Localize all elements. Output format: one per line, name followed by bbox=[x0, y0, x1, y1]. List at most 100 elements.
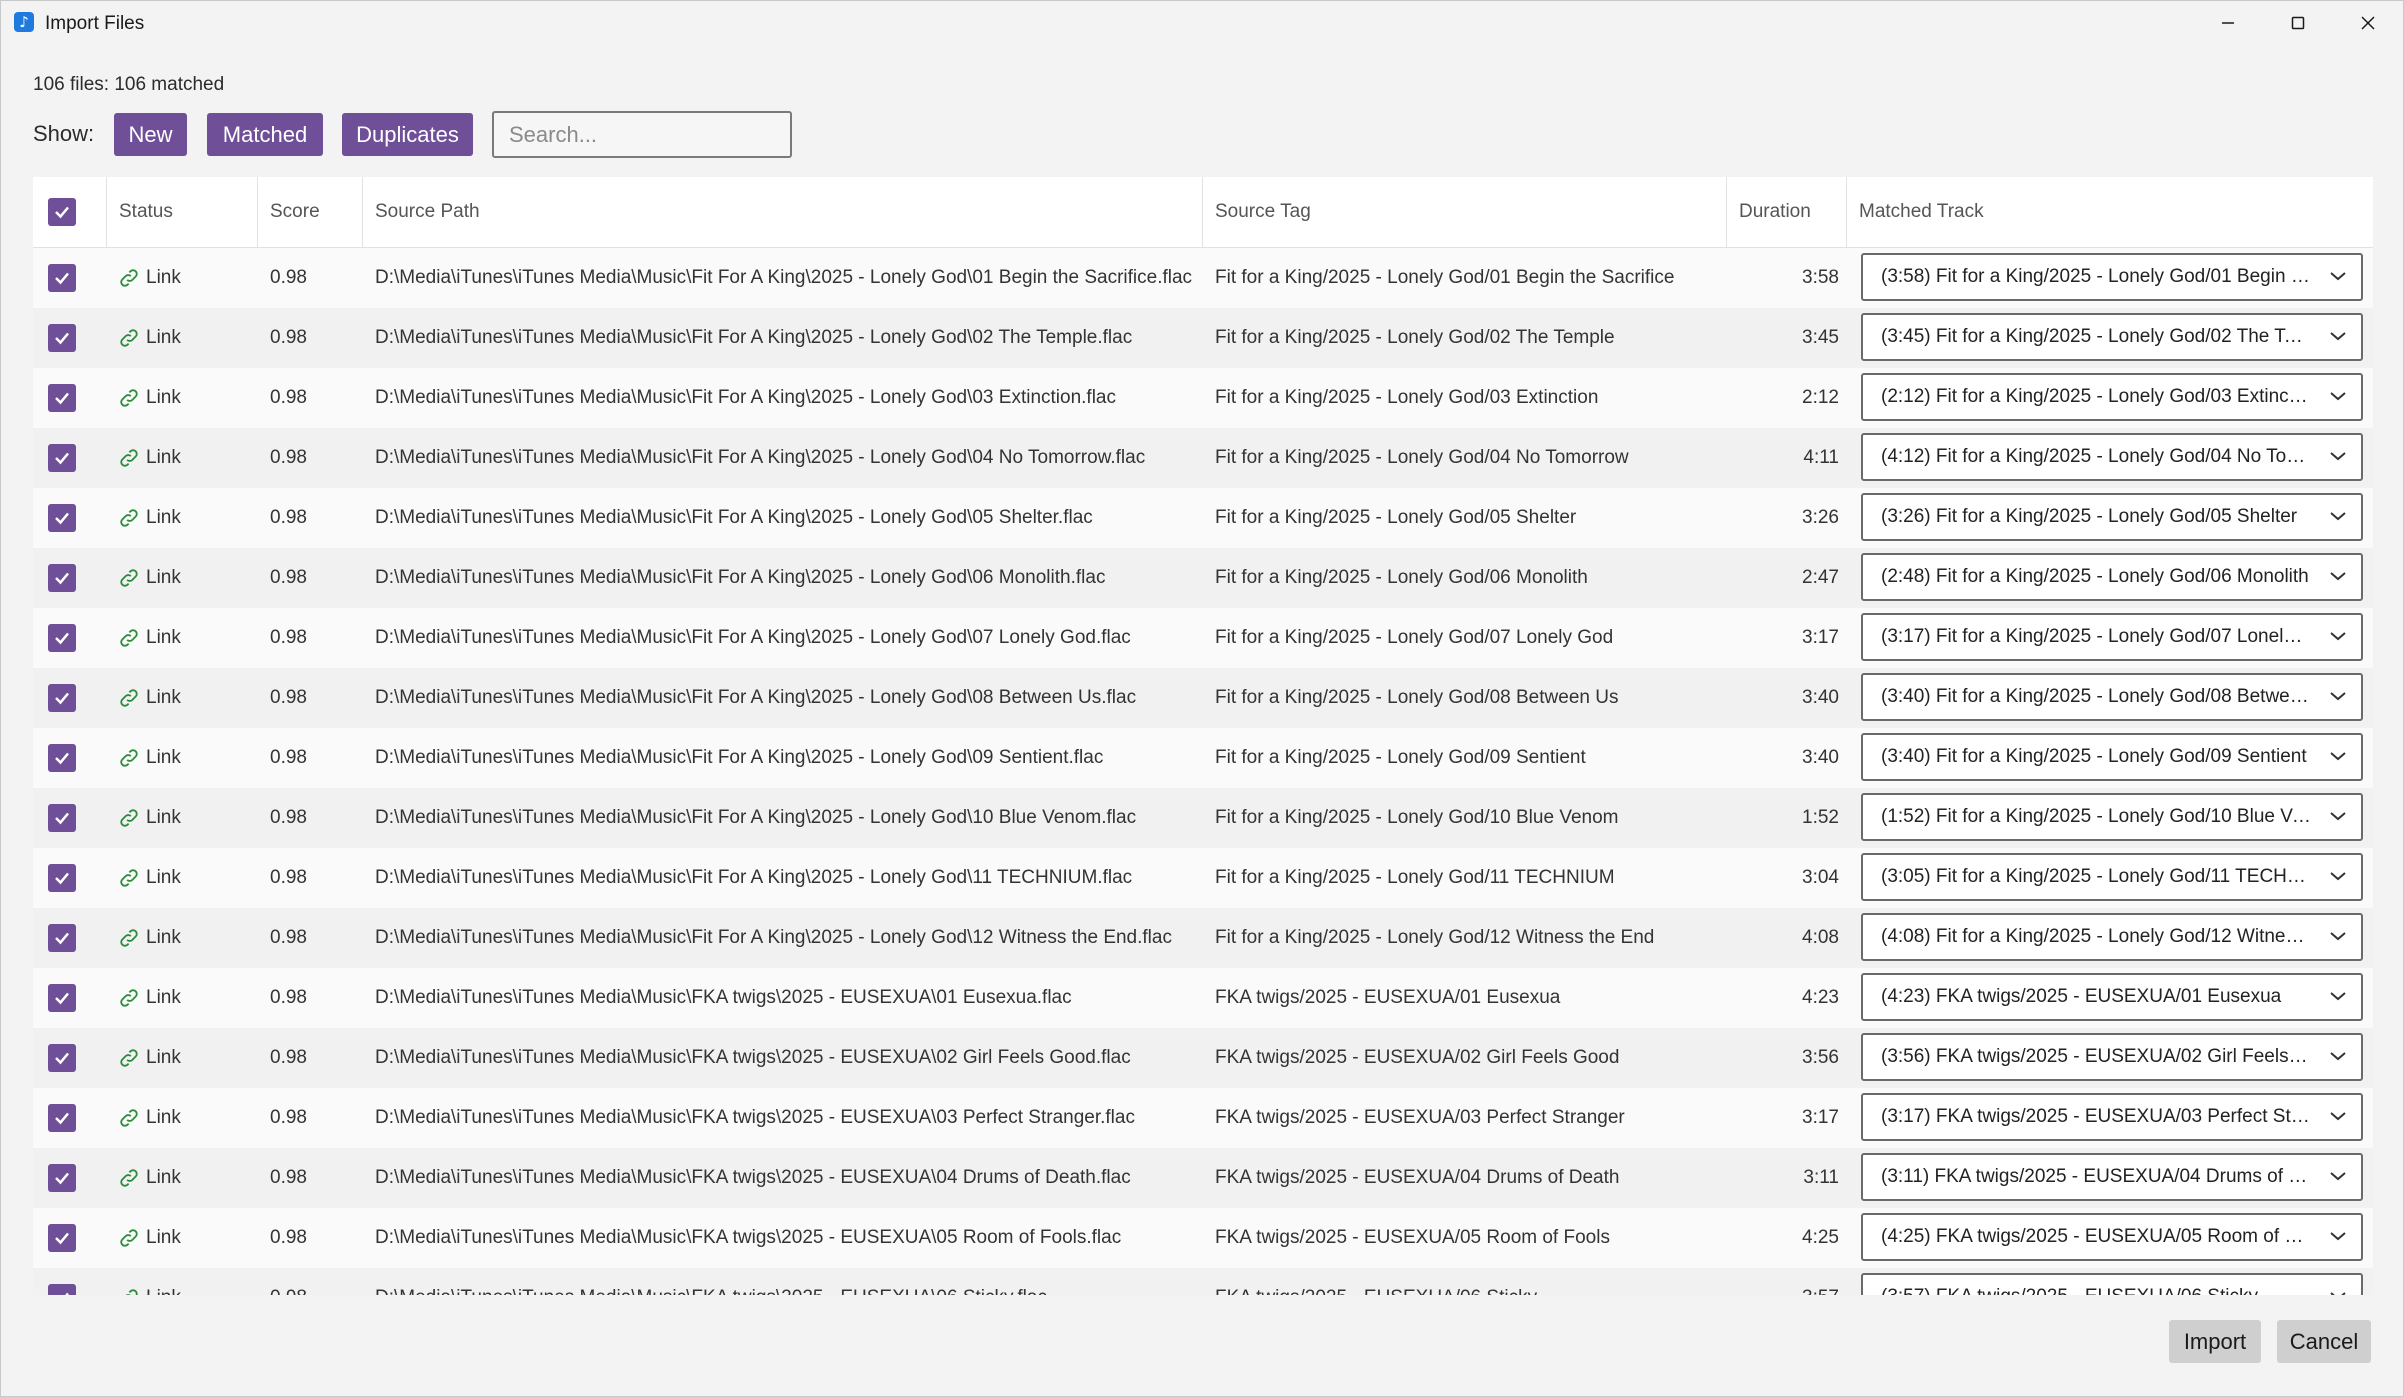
matched-track-value: (3:17) FKA twigs/2025 - EUSEXUA/03 Perfe… bbox=[1881, 1106, 2311, 1127]
matched-track-dropdown[interactable]: (3:58) Fit for a King/2025 - Lonely God/… bbox=[1861, 253, 2363, 301]
matched-track-value: (3:40) Fit for a King/2025 - Lonely God/… bbox=[1881, 686, 2311, 707]
source-path-cell: D:\Media\iTunes\iTunes Media\Music\Fit F… bbox=[375, 507, 1093, 528]
checkmark-icon bbox=[55, 452, 69, 465]
row-checkbox[interactable] bbox=[48, 864, 76, 892]
matched-track-dropdown[interactable]: (3:40) Fit for a King/2025 - Lonely God/… bbox=[1861, 733, 2363, 781]
row-checkbox[interactable] bbox=[48, 984, 76, 1012]
chevron-down-icon bbox=[2329, 1109, 2347, 1123]
checkmark-icon bbox=[55, 812, 69, 825]
table-row[interactable]: Link 0.98 D:\Media\iTunes\iTunes Media\Mus… bbox=[33, 368, 2373, 428]
status-cell: Link bbox=[118, 1208, 258, 1268]
matched-track-dropdown[interactable]: (4:08) Fit for a King/2025 - Lonely God/… bbox=[1861, 913, 2363, 961]
table-row[interactable]: Link 0.98 D:\Media\iTunes\iTunes Media\Mus… bbox=[33, 908, 2373, 968]
header-source-path[interactable]: Source Path bbox=[363, 177, 1203, 247]
chevron-down-icon bbox=[2329, 629, 2347, 643]
select-all-checkbox[interactable] bbox=[48, 198, 76, 226]
row-checkbox[interactable] bbox=[48, 624, 76, 652]
status-cell: Link bbox=[118, 488, 258, 548]
header-source-tag[interactable]: Source Tag bbox=[1203, 177, 1727, 247]
matched-track-dropdown[interactable]: (3:26) Fit for a King/2025 - Lonely God/… bbox=[1861, 493, 2363, 541]
duration-cell: 3:45 bbox=[1802, 327, 1839, 348]
table-row[interactable]: Link 0.98 D:\Media\iTunes\iTunes Media\Mus… bbox=[33, 608, 2373, 668]
table-row[interactable]: Link 0.98 D:\Media\iTunes\iTunes Media\Mus… bbox=[33, 308, 2373, 368]
table-row[interactable]: Link 0.98 D:\Media\iTunes\iTunes Media\Mus… bbox=[33, 728, 2373, 788]
matched-track-value: (4:08) Fit for a King/2025 - Lonely God/… bbox=[1881, 926, 2311, 947]
minimize-button[interactable] bbox=[2193, 1, 2263, 45]
matched-track-dropdown[interactable]: (4:23) FKA twigs/2025 - EUSEXUA/01 Eusex… bbox=[1861, 973, 2363, 1021]
matched-track-dropdown[interactable]: (3:11) FKA twigs/2025 - EUSEXUA/04 Drums… bbox=[1861, 1153, 2363, 1201]
table-row[interactable]: Link 0.98 D:\Media\iTunes\iTunes Media\Mus… bbox=[33, 788, 2373, 848]
matched-track-dropdown[interactable]: (4:12) Fit for a King/2025 - Lonely God/… bbox=[1861, 433, 2363, 481]
table-row[interactable]: Link 0.98 D:\Media\iTunes\iTunes Media\Mus… bbox=[33, 1148, 2373, 1208]
row-checkbox[interactable] bbox=[48, 1224, 76, 1252]
chevron-down-icon bbox=[2329, 269, 2347, 283]
row-checkbox[interactable] bbox=[48, 1104, 76, 1132]
status-cell: Link bbox=[118, 248, 258, 308]
row-checkbox[interactable] bbox=[48, 384, 76, 412]
source-tag-cell: Fit for a King/2025 - Lonely God/12 Witn… bbox=[1215, 927, 1655, 948]
matched-track-dropdown[interactable]: (3:56) FKA twigs/2025 - EUSEXUA/02 Girl … bbox=[1861, 1033, 2363, 1081]
duration-cell: 3:17 bbox=[1802, 1107, 1839, 1128]
matched-track-dropdown[interactable]: (3:17) FKA twigs/2025 - EUSEXUA/03 Perfe… bbox=[1861, 1093, 2363, 1141]
table-row[interactable]: Link 0.98 D:\Media\iTunes\iTunes Media\Mus… bbox=[33, 668, 2373, 728]
matched-track-dropdown[interactable]: (3:57) FKA twigs/2025 - EUSEXUA/06 Stick… bbox=[1861, 1273, 2363, 1295]
filter-new-button[interactable]: New bbox=[114, 113, 187, 156]
header-status[interactable]: Status bbox=[107, 177, 258, 247]
score-cell: 0.98 bbox=[270, 927, 307, 948]
filter-matched-button[interactable]: Matched bbox=[207, 113, 323, 156]
matched-track-dropdown[interactable]: (3:40) Fit for a King/2025 - Lonely God/… bbox=[1861, 673, 2363, 721]
table-row[interactable]: Link 0.98 D:\Media\iTunes\iTunes Media\Mus… bbox=[33, 1208, 2373, 1268]
table-row[interactable]: Link 0.98 D:\Media\iTunes\iTunes Media\Mus… bbox=[33, 248, 2373, 308]
table-row[interactable]: Link 0.98 D:\Media\iTunes\iTunes Media\Mus… bbox=[33, 848, 2373, 908]
close-button[interactable] bbox=[2333, 1, 2403, 45]
row-checkbox[interactable] bbox=[48, 504, 76, 532]
table-row[interactable]: Link 0.98 D:\Media\iTunes\iTunes Media\Mus… bbox=[33, 1028, 2373, 1088]
table-row[interactable]: Link 0.98 D:\Media\iTunes\iTunes Media\Mus… bbox=[33, 488, 2373, 548]
row-checkbox[interactable] bbox=[48, 744, 76, 772]
matched-track-dropdown[interactable]: (2:12) Fit for a King/2025 - Lonely God/… bbox=[1861, 373, 2363, 421]
import-button[interactable]: Import bbox=[2169, 1320, 2261, 1363]
checkmark-icon bbox=[65, 1292, 69, 1295]
table-row[interactable]: Link 0.98 D:\Media\iTunes\iTunes Media\Mus… bbox=[33, 548, 2373, 608]
checkmark-icon bbox=[55, 632, 69, 645]
link-icon bbox=[118, 1047, 140, 1069]
score-cell: 0.98 bbox=[270, 807, 307, 828]
matched-track-dropdown[interactable]: (3:45) Fit for a King/2025 - Lonely God/… bbox=[1861, 313, 2363, 361]
source-tag-cell: Fit for a King/2025 - Lonely God/10 Blue… bbox=[1215, 807, 1619, 828]
filter-duplicates-button[interactable]: Duplicates bbox=[342, 113, 473, 156]
source-path-cell: D:\Media\iTunes\iTunes Media\Music\FKA t… bbox=[375, 1167, 1131, 1188]
table-row[interactable]: Link 0.98 D:\Media\iTunes\iTunes Media\Mus… bbox=[33, 428, 2373, 488]
score-cell: 0.98 bbox=[270, 987, 307, 1008]
table-row[interactable]: Link 0.98 D:\Media\iTunes\iTunes Media\Mus… bbox=[33, 1268, 2373, 1295]
link-icon bbox=[118, 747, 140, 769]
row-checkbox[interactable] bbox=[48, 1164, 76, 1192]
row-checkbox[interactable] bbox=[48, 684, 76, 712]
matched-track-dropdown[interactable]: (4:25) FKA twigs/2025 - EUSEXUA/05 Room … bbox=[1861, 1213, 2363, 1261]
header-score[interactable]: Score bbox=[258, 177, 363, 247]
row-checkbox[interactable] bbox=[48, 564, 76, 592]
cancel-button[interactable]: Cancel bbox=[2277, 1320, 2371, 1363]
table-row[interactable]: Link 0.98 D:\Media\iTunes\iTunes Media\Mus… bbox=[33, 968, 2373, 1028]
table-row[interactable]: Link 0.98 D:\Media\iTunes\iTunes Media\Mus… bbox=[33, 1088, 2373, 1148]
chevron-down-icon bbox=[2329, 749, 2347, 763]
maximize-button[interactable] bbox=[2263, 1, 2333, 45]
matched-track-dropdown[interactable]: (1:52) Fit for a King/2025 - Lonely God/… bbox=[1861, 793, 2363, 841]
matched-track-dropdown[interactable]: (3:05) Fit for a King/2025 - Lonely God/… bbox=[1861, 853, 2363, 901]
chevron-down-icon bbox=[2329, 1229, 2347, 1243]
status-cell: Link bbox=[118, 968, 258, 1028]
row-checkbox[interactable] bbox=[48, 444, 76, 472]
source-tag-cell: FKA twigs/2025 - EUSEXUA/06 Sticky bbox=[1215, 1268, 1735, 1295]
row-checkbox[interactable] bbox=[48, 324, 76, 352]
matched-track-value: (3:58) Fit for a King/2025 - Lonely God/… bbox=[1881, 266, 2311, 287]
matched-track-dropdown[interactable]: (2:48) Fit for a King/2025 - Lonely God/… bbox=[1861, 553, 2363, 601]
matched-track-dropdown[interactable]: (3:17) Fit for a King/2025 - Lonely God/… bbox=[1861, 613, 2363, 661]
duration-cell: 3:58 bbox=[1802, 267, 1839, 288]
search-input[interactable] bbox=[492, 111, 792, 158]
row-checkbox[interactable] bbox=[48, 924, 76, 952]
header-duration[interactable]: Duration bbox=[1727, 177, 1847, 247]
row-checkbox[interactable] bbox=[48, 1044, 76, 1072]
row-checkbox[interactable] bbox=[48, 804, 76, 832]
row-checkbox[interactable] bbox=[48, 1284, 76, 1295]
row-checkbox[interactable] bbox=[48, 264, 76, 292]
header-matched-track[interactable]: Matched Track bbox=[1847, 177, 2373, 247]
